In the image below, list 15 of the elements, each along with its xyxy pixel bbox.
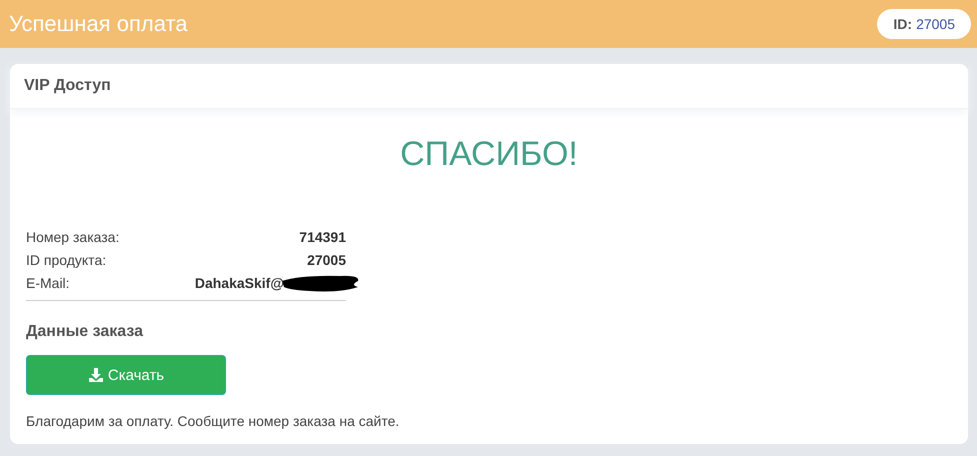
detail-value: DahakaSkif@ bbox=[194, 274, 284, 290]
detail-label: E-Mail: bbox=[26, 274, 70, 290]
download-icon bbox=[88, 367, 104, 383]
card-title: VIP Доступ bbox=[24, 77, 111, 95]
id-value: 27005 bbox=[916, 16, 955, 32]
thanks-heading: СПАСИБО! bbox=[399, 135, 579, 175]
section-title: Данные заказа bbox=[26, 323, 144, 341]
detail-value: 27005 bbox=[307, 252, 346, 268]
detail-label: Номер заказа: bbox=[26, 228, 120, 244]
detail-label: ID продукта: bbox=[26, 252, 106, 268]
download-button[interactable]: Скачать bbox=[26, 355, 226, 395]
note-text: Благодарим за оплату. Сообщите номер заказа на сайте. bbox=[26, 413, 400, 429]
id-label: ID: bbox=[893, 16, 912, 32]
detail-value: 714391 bbox=[299, 228, 346, 244]
page-title: Успешная оплата bbox=[9, 11, 188, 37]
